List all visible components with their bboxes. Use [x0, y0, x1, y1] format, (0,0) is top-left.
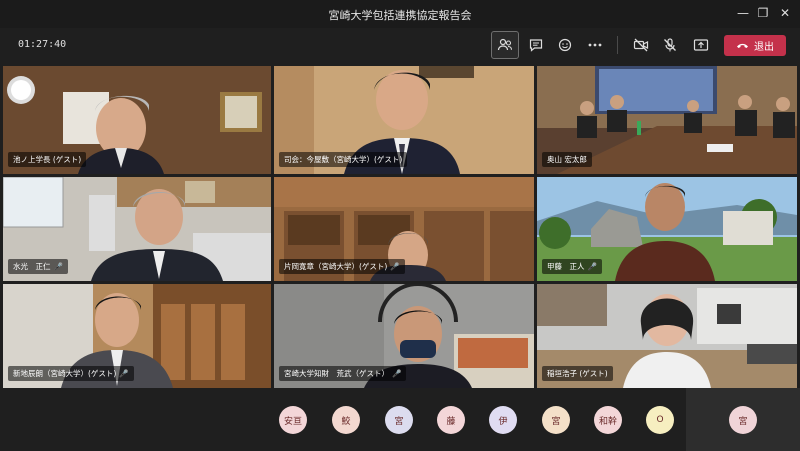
mic-muted-icon: 🎤	[119, 369, 129, 378]
participants-icon	[497, 38, 513, 51]
minimize-button[interactable]: —	[732, 4, 754, 22]
title-bar: 宮崎大学包括連携協定報告会 — ❐ ✕	[0, 0, 800, 28]
attendee-avatar[interactable]: O	[646, 406, 674, 434]
participant-tile[interactable]: 甲藤 正人 🎤	[537, 177, 797, 281]
participant-name-tag: 司会：今屋敷（宮崎大学）(ゲスト)	[279, 152, 408, 167]
participant-name-tag: 新地辰朗（宮崎大学）(ゲスト) 🎤	[8, 366, 134, 381]
participant-tile[interactable]: 稲垣浩子 (ゲスト)	[537, 284, 797, 388]
attendee-avatar[interactable]: 安亘	[279, 406, 307, 434]
participant-name-tag: 水光 正仁 🎤	[8, 259, 68, 274]
participant-tile[interactable]: 司会：今屋敷（宮崎大学）(ゲスト)	[274, 66, 534, 174]
participant-name-tag: 池ノ上学長 (ゲスト)	[8, 152, 87, 167]
self-preview[interactable]: 宮	[686, 388, 800, 451]
window-title: 宮崎大学包括連携協定報告会	[328, 9, 472, 22]
attendee-avatar[interactable]: 宮	[542, 406, 570, 434]
leave-label: 退出	[754, 42, 774, 53]
attendee-avatar[interactable]: 和幹	[594, 406, 622, 434]
more-icon	[588, 43, 602, 47]
mic-muted-icon: 🎤	[392, 369, 402, 378]
participant-tile[interactable]: 宮崎大学知財 荒武（ゲスト） 🎤	[274, 284, 534, 388]
close-button[interactable]: ✕	[774, 4, 796, 22]
chat-button[interactable]	[522, 31, 550, 59]
meeting-timer: 01:27:40	[18, 39, 67, 50]
participant-tile[interactable]: 池ノ上学長 (ゲスト)	[3, 66, 271, 174]
chat-icon	[529, 39, 543, 52]
toolbar-divider	[617, 36, 618, 54]
microphone-toggle[interactable]	[656, 31, 684, 59]
mic-muted-icon: 🎤	[53, 262, 63, 271]
participant-name-tag: 奥山 宏太郎	[542, 152, 592, 167]
self-avatar: 宮	[729, 406, 757, 434]
participant-tile[interactable]: 新地辰朗（宮崎大学）(ゲスト) 🎤	[3, 284, 271, 388]
share-screen-button[interactable]	[687, 31, 715, 59]
mic-off-icon	[664, 38, 676, 52]
share-icon	[693, 39, 709, 51]
participants-button[interactable]	[491, 31, 519, 59]
attendee-avatar[interactable]: 藤	[437, 406, 465, 434]
participant-name-tag: 甲藤 正人 🎤	[542, 259, 602, 274]
attendee-strip: 安亘 鮫 宮 藤 伊 宮 和幹 O 宮	[0, 388, 800, 451]
leave-button[interactable]: 退出	[724, 35, 786, 56]
participant-tile[interactable]: 片岡寛章（宮崎大学）(ゲスト) 🎤	[274, 177, 534, 281]
participant-name-tag: 宮崎大学知財 荒武（ゲスト） 🎤	[279, 366, 407, 381]
camera-toggle[interactable]	[627, 31, 655, 59]
participant-tile[interactable]: 水光 正仁 🎤	[3, 177, 271, 281]
mic-muted-icon: 🎤	[587, 262, 597, 271]
participant-tile[interactable]: 奥山 宏太郎	[537, 66, 797, 174]
attendee-avatar[interactable]: 鮫	[332, 406, 360, 434]
video-grid: 池ノ上学長 (ゲスト) 司会：今屋敷（宮崎大学）(ゲスト) 奥山 宏太郎 水光 …	[3, 66, 797, 388]
meeting-toolbar: 01:27:40 退出	[0, 28, 800, 64]
attendee-avatar[interactable]: 宮	[385, 406, 413, 434]
reactions-icon	[558, 38, 572, 52]
attendee-avatar[interactable]: 伊	[489, 406, 517, 434]
maximize-button[interactable]: ❐	[752, 4, 774, 22]
camera-off-icon	[633, 38, 649, 52]
reactions-button[interactable]	[551, 31, 579, 59]
participant-name-tag: 稲垣浩子 (ゲスト)	[542, 366, 613, 381]
participant-name-tag: 片岡寛章（宮崎大学）(ゲスト) 🎤	[279, 259, 405, 274]
more-options-button[interactable]	[581, 31, 609, 59]
phone-icon	[737, 43, 748, 48]
mic-muted-icon: 🎤	[390, 262, 400, 271]
